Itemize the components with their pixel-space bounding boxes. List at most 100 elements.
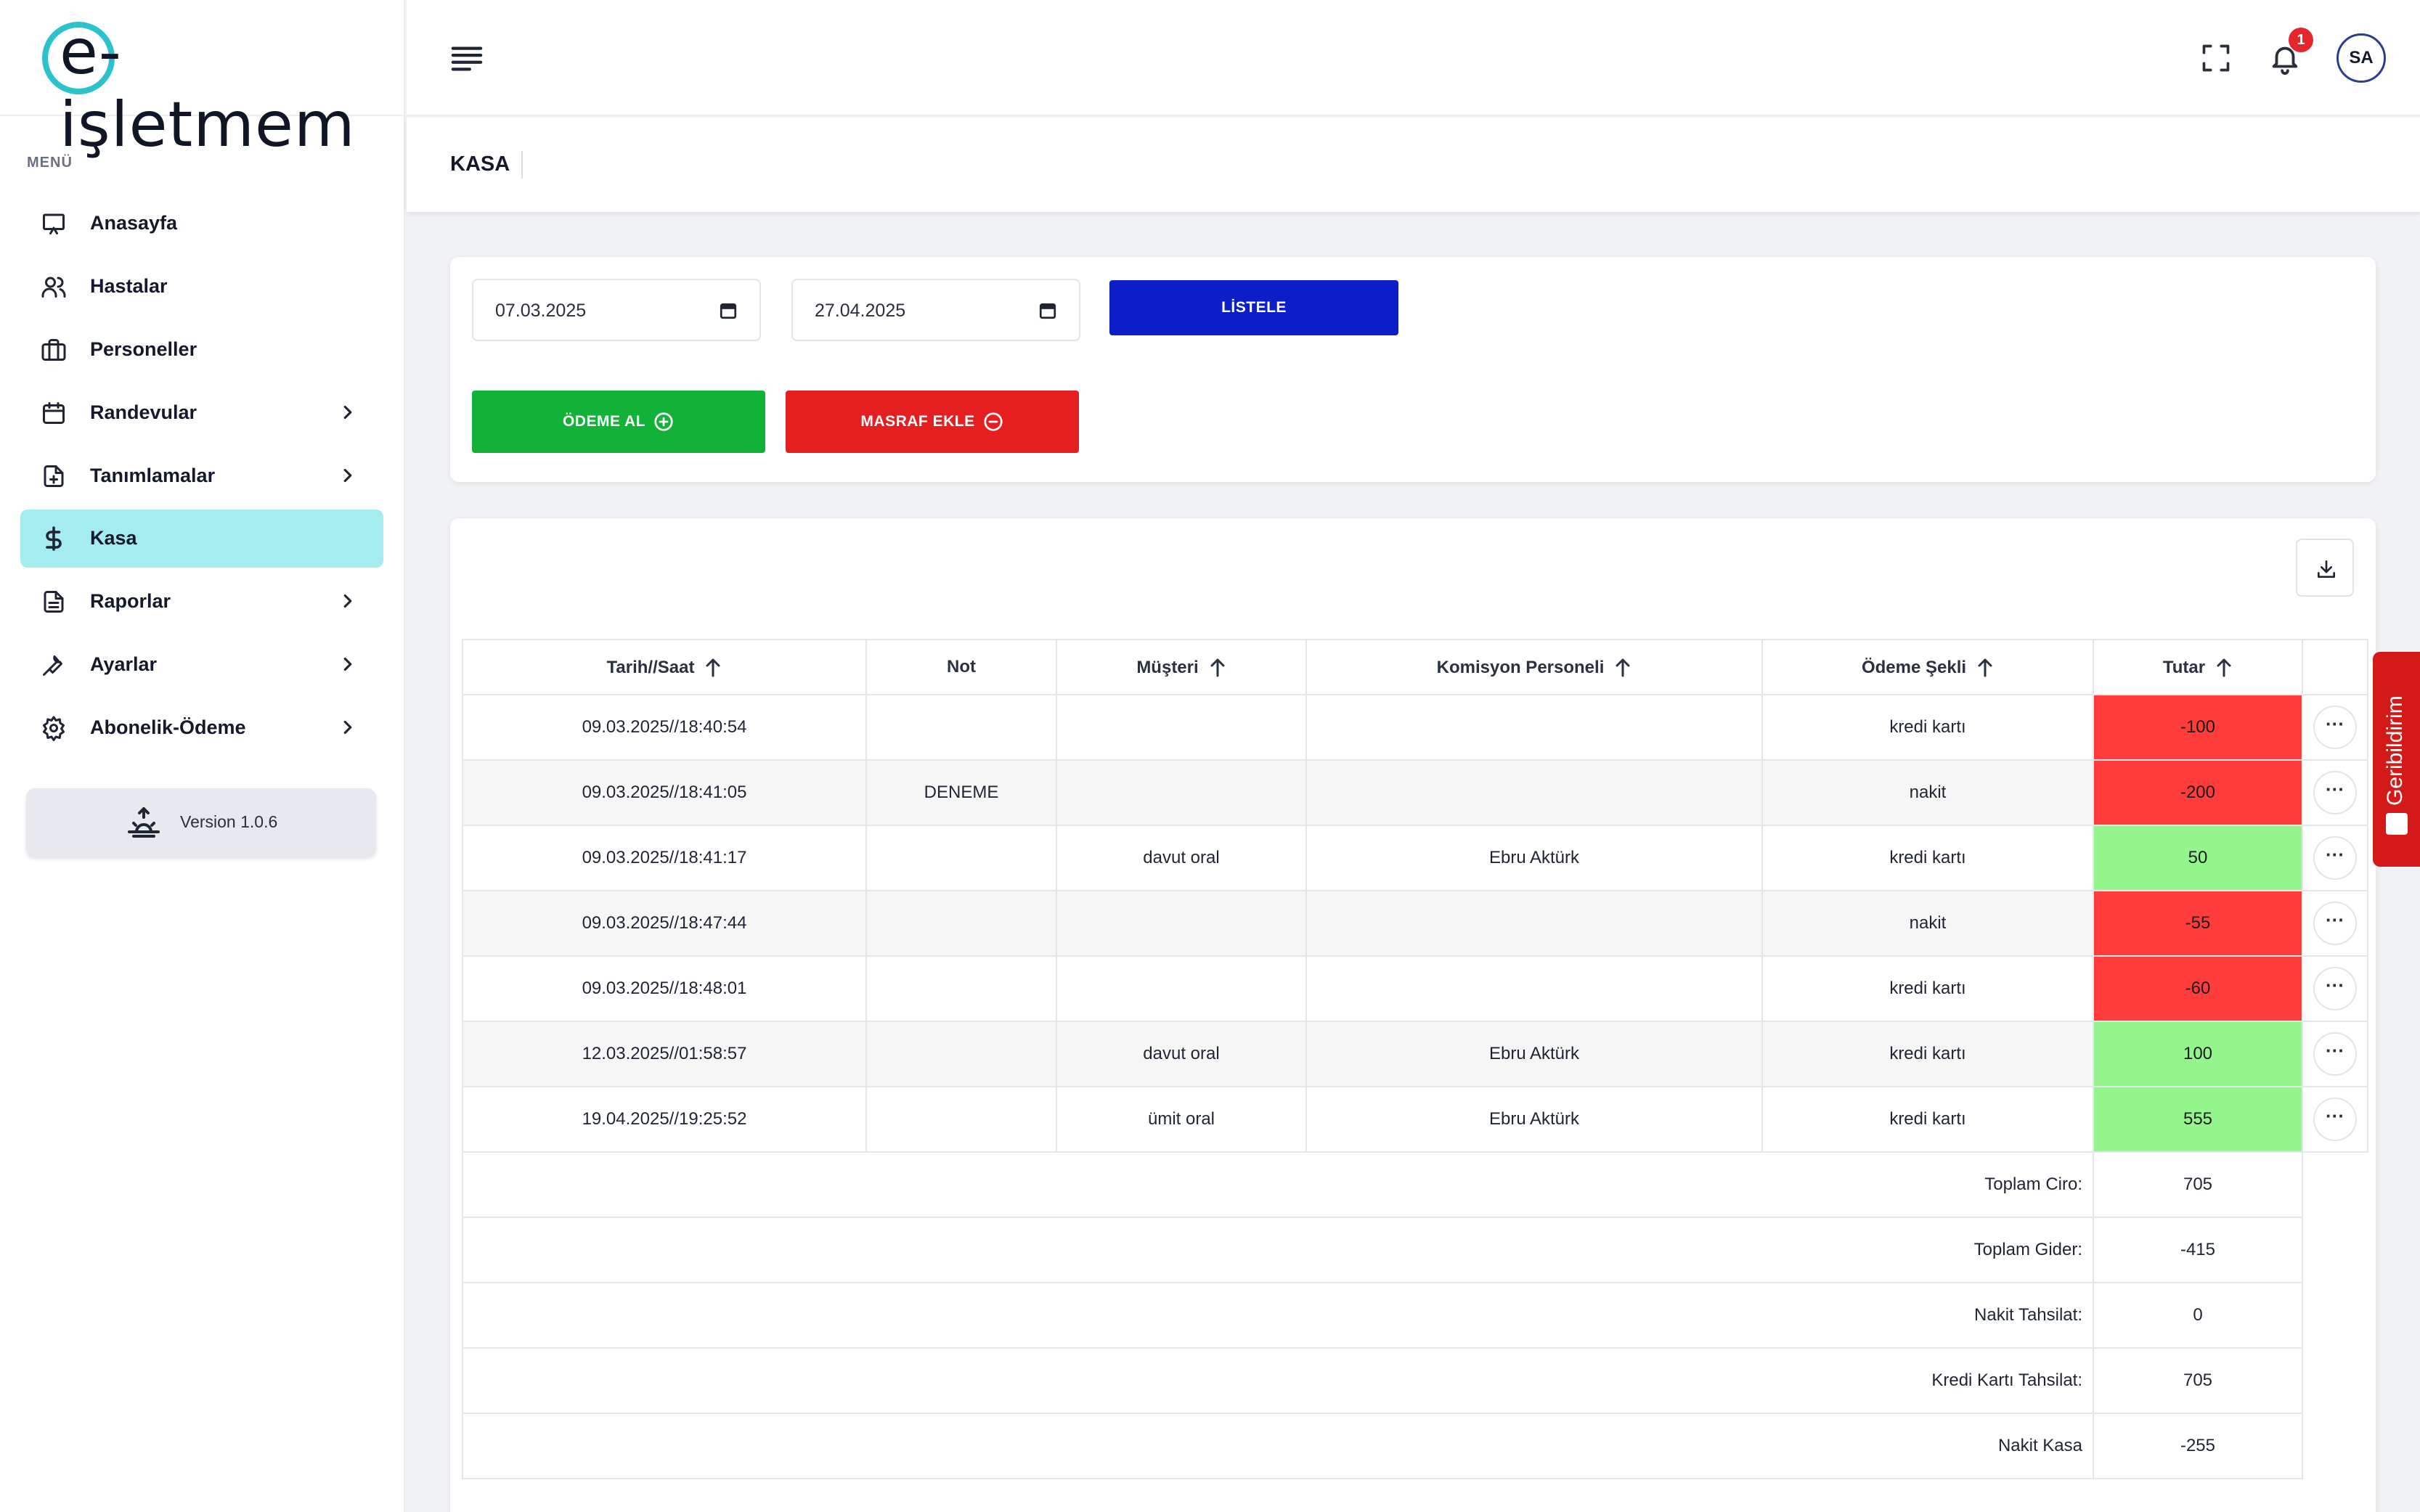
table-row: 12.03.2025//01:58:57 davut oral Ebru Akt… [462, 1021, 2368, 1087]
cell-payment-method: kredi kartı [1761, 1086, 2094, 1153]
cell-datetime: 19.04.2025//19:25:52 [462, 1086, 867, 1153]
transactions-table: Tarih//Saat Not Müşteri Komisyon Persone… [462, 639, 2368, 1479]
chevron-right-icon [343, 468, 352, 483]
cell-datetime: 09.03.2025//18:41:17 [462, 825, 867, 891]
summary-row: Toplam Gider: -415 [462, 1217, 2368, 1283]
summary-spacer [2302, 1217, 2368, 1283]
top-bar: 1 SA [407, 0, 2420, 116]
sidebar-item-anasayfa[interactable]: Anasayfa [20, 195, 383, 253]
sidebar-item-hastalar[interactable]: Hastalar [20, 258, 383, 316]
cell-payment-method: nakit [1761, 759, 2094, 826]
end-date-input[interactable]: 27.04.2025 [791, 279, 1080, 341]
summary-value-total-expense: -415 [2093, 1217, 2303, 1283]
summary-value-total-revenue: 705 [2093, 1151, 2303, 1218]
sidebar-item-label: Kasa [90, 527, 137, 549]
list-button-label: LİSTELE [1221, 299, 1287, 316]
download-button[interactable] [2296, 539, 2354, 597]
cell-customer [1056, 694, 1307, 761]
monitor-icon [43, 213, 65, 234]
receive-payment-label: ÖDEME AL [562, 413, 646, 430]
summary-value-card-collection: 705 [2093, 1347, 2303, 1414]
row-actions-button[interactable]: ··· [2313, 902, 2357, 945]
column-header-payment-method[interactable]: Ödeme Şekli [1761, 639, 2094, 695]
notification-badge: 1 [2289, 28, 2313, 52]
user-avatar[interactable]: SA [2337, 33, 2386, 83]
cell-commission-staff [1305, 955, 1763, 1022]
sidebar-item-label: Hastalar [90, 275, 168, 297]
chevron-right-icon [343, 594, 352, 608]
sidebar: e-işletmem MENÜ Anasayfa Hastalar Person… [0, 0, 405, 1512]
table-row: 09.03.2025//18:41:17 davut oral Ebru Akt… [462, 825, 2368, 891]
sort-arrow-up-icon[interactable] [704, 657, 722, 677]
summary-label-total-expense: Toplam Gider: [462, 1217, 2094, 1283]
add-expense-button[interactable]: MASRAF EKLE [786, 391, 1079, 453]
cell-customer [1056, 890, 1307, 957]
cell-note [865, 694, 1057, 761]
list-button[interactable]: LİSTELE [1109, 280, 1398, 335]
cell-note [865, 1021, 1057, 1087]
receive-payment-button[interactable]: ÖDEME AL [472, 391, 765, 453]
add-expense-label: MASRAF EKLE [860, 413, 975, 430]
table-row: 09.03.2025//18:40:54 kredi kartı -100 ··… [462, 694, 2368, 761]
sidebar-item-personeller[interactable]: Personeller [20, 321, 383, 379]
title-separator [521, 151, 523, 179]
download-icon [2318, 560, 2335, 578]
menu-toggle-icon[interactable] [450, 44, 484, 73]
feedback-label: Geribildirim [2383, 695, 2407, 806]
chevron-right-icon [343, 720, 352, 735]
feedback-tab[interactable]: Geribildirim [2373, 652, 2420, 867]
logo[interactable]: e-işletmem [0, 0, 404, 161]
cell-actions: ··· [2302, 1086, 2368, 1153]
fullscreen-icon[interactable] [2200, 42, 2232, 74]
sidebar-item-randevular[interactable]: Randevular [20, 384, 383, 442]
calendar-picker-icon[interactable] [719, 301, 738, 321]
chevron-right-icon [343, 405, 352, 420]
sort-arrow-up-icon[interactable] [2215, 657, 2233, 677]
summary-row: Nakit Kasa -255 [462, 1413, 2368, 1479]
cell-payment-method: nakit [1761, 890, 2094, 957]
start-date-input[interactable]: 07.03.2025 [472, 279, 761, 341]
plus-circle-icon [654, 412, 673, 431]
summary-spacer [2302, 1348, 2368, 1413]
column-header-amount[interactable]: Tutar [2093, 639, 2303, 695]
page-title: KASA [450, 152, 510, 176]
summary-row: Toplam Ciro: 705 [462, 1151, 2368, 1218]
cell-commission-staff [1305, 890, 1763, 957]
cell-customer: ümit oral [1056, 1086, 1307, 1153]
sidebar-item-label: Randevular [90, 401, 197, 423]
calendar-icon [43, 402, 65, 424]
sidebar-item-label: Tanımlamalar [90, 465, 216, 486]
cell-actions: ··· [2302, 1021, 2368, 1087]
transactions-card: Tarih//Saat Not Müşteri Komisyon Persone… [450, 518, 2376, 1512]
cell-payment-method: kredi kartı [1761, 825, 2094, 891]
row-actions-button[interactable]: ··· [2313, 967, 2357, 1010]
table-row: 09.03.2025//18:47:44 nakit -55 ··· [462, 890, 2368, 957]
cell-customer [1056, 955, 1307, 1022]
cell-note [865, 1086, 1057, 1153]
row-actions-button[interactable]: ··· [2313, 706, 2357, 749]
column-header-customer[interactable]: Müşteri [1056, 639, 1307, 695]
row-actions-button[interactable]: ··· [2313, 771, 2357, 814]
cell-datetime: 09.03.2025//18:41:05 [462, 759, 867, 826]
summary-spacer [2302, 1413, 2368, 1479]
sort-arrow-up-icon[interactable] [1209, 657, 1226, 677]
row-actions-button[interactable]: ··· [2313, 1098, 2357, 1141]
sidebar-item-abonelik-odeme[interactable]: Abonelik-Ödeme [20, 699, 383, 757]
cell-note [865, 825, 1057, 891]
sort-arrow-up-icon[interactable] [1614, 657, 1631, 677]
column-header-commission-staff[interactable]: Komisyon Personeli [1305, 639, 1763, 695]
sidebar-item-tanimlamalar[interactable]: Tanımlamalar [20, 447, 383, 505]
summary-label-total-revenue: Toplam Ciro: [462, 1151, 2094, 1218]
row-actions-button[interactable]: ··· [2313, 836, 2357, 880]
row-actions-button[interactable]: ··· [2313, 1032, 2357, 1076]
cell-note: DENEME [865, 759, 1057, 826]
sidebar-item-label: Ayarlar [90, 653, 158, 675]
calendar-picker-icon[interactable] [1038, 301, 1057, 321]
column-header-datetime[interactable]: Tarih//Saat [462, 639, 867, 695]
sidebar-item-raporlar[interactable]: Raporlar [20, 573, 383, 631]
summary-label-cash-register: Nakit Kasa [462, 1413, 2094, 1479]
sidebar-item-kasa[interactable]: Kasa [20, 510, 383, 568]
sort-arrow-up-icon[interactable] [1976, 657, 1994, 677]
feedback-smile-icon [2386, 813, 2408, 835]
sidebar-item-ayarlar[interactable]: Ayarlar [20, 636, 383, 694]
